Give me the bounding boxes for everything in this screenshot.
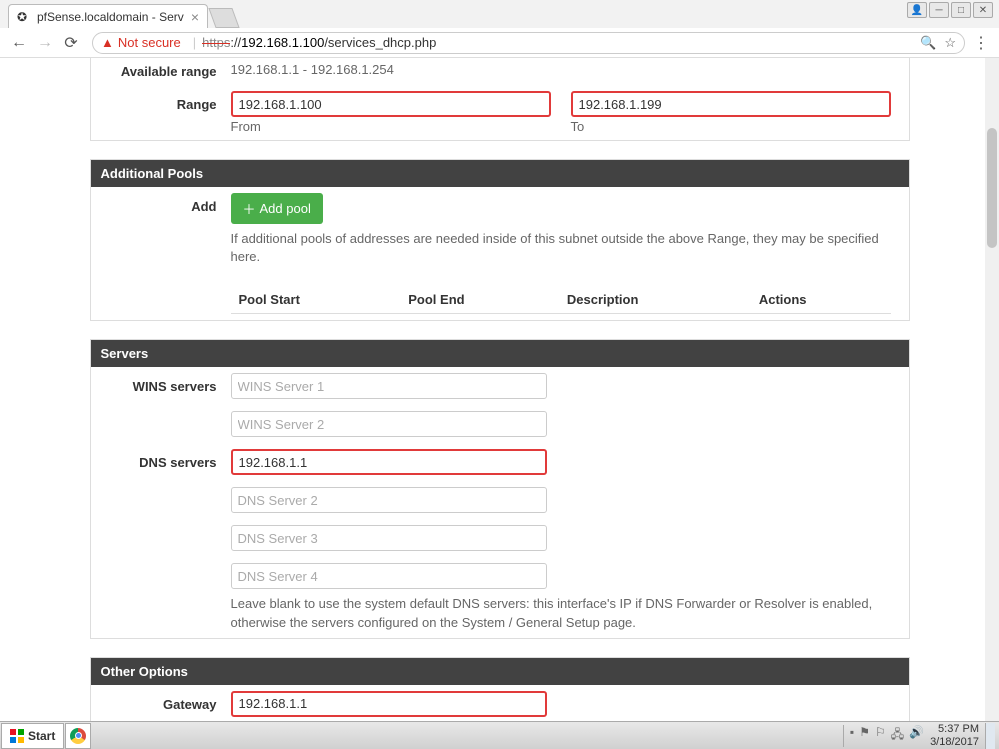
chrome-taskbar-icon[interactable] <box>65 723 91 749</box>
dns-servers-label: DNS servers <box>91 449 231 475</box>
range-from-input[interactable] <box>231 91 551 117</box>
add-pool-label: Add <box>91 193 231 314</box>
start-button[interactable]: Start <box>1 723 64 749</box>
system-clock[interactable]: 5:37 PM 3/18/2017 <box>930 723 979 747</box>
windows-logo-icon <box>10 729 24 743</box>
range-to-sublabel: To <box>571 119 891 134</box>
bookmark-star-icon[interactable]: ☆ <box>944 35 956 51</box>
security-label: Not secure <box>118 35 181 50</box>
dns-server-4-input[interactable] <box>231 563 548 589</box>
show-desktop-button[interactable] <box>985 723 995 749</box>
range-from-sublabel: From <box>231 119 551 134</box>
pool-table: Pool Start Pool End Description Actions <box>231 286 891 314</box>
user-switch-icon[interactable]: 👤 <box>907 2 927 18</box>
tray-network-icon[interactable]: 🖧 <box>891 725 904 746</box>
other-options-header: Other Options <box>91 658 909 685</box>
tab-close-icon[interactable]: × <box>191 9 199 25</box>
add-pool-button[interactable]: ＋ Add pool <box>231 193 323 224</box>
pool-start-header: Pool Start <box>231 286 401 314</box>
gateway-input[interactable] <box>231 691 548 717</box>
minimize-button[interactable]: ─ <box>929 2 949 18</box>
additional-pools-header: Additional Pools <box>91 160 909 187</box>
pool-description-header: Description <box>559 286 751 314</box>
address-bar[interactable]: ▲ Not secure | https://192.168.1.100/ser… <box>92 32 965 54</box>
vertical-scrollbar[interactable] <box>985 58 999 721</box>
close-window-button[interactable]: ✕ <box>973 2 993 18</box>
dns-server-2-input[interactable] <box>231 487 548 513</box>
reload-button[interactable]: ⟳ <box>60 32 82 54</box>
servers-header: Servers <box>91 340 909 367</box>
scroll-thumb[interactable] <box>987 128 997 248</box>
tray-flag-icon[interactable]: ⚐ <box>875 725 886 746</box>
range-to-input[interactable] <box>571 91 891 117</box>
gateway-label: Gateway <box>91 691 231 721</box>
wins-server-2-input[interactable] <box>231 411 548 437</box>
security-warning-icon: ▲ <box>101 35 114 50</box>
back-button[interactable]: ← <box>8 32 30 54</box>
tray-volume-icon[interactable]: 🔊 <box>909 725 924 746</box>
page-viewport: Available range 192.168.1.1 - 192.168.1.… <box>0 58 999 721</box>
maximize-button[interactable]: □ <box>951 2 971 18</box>
dns-server-1-input[interactable] <box>231 449 548 475</box>
pfsense-favicon: ✪ <box>17 10 31 24</box>
plus-icon: ＋ <box>243 199 256 218</box>
wins-server-1-input[interactable] <box>231 373 548 399</box>
available-range-label: Available range <box>91 58 231 79</box>
url-scheme: https <box>202 35 230 50</box>
browser-tab[interactable]: ✪ pfSense.localdomain - Serv × <box>8 4 208 28</box>
new-tab-button[interactable] <box>208 8 239 28</box>
pool-actions-header: Actions <box>751 286 891 314</box>
windows-taskbar: Start ▪ ⚑ ⚐ 🖧 🔊 5:37 PM 3/18/2017 <box>0 721 999 749</box>
dns-server-3-input[interactable] <box>231 525 548 551</box>
chrome-menu-button[interactable]: ⋮ <box>971 33 991 53</box>
dns-help-text: Leave blank to use the system default DN… <box>231 595 891 631</box>
tray-monitor-icon[interactable]: ▪ <box>850 725 854 746</box>
tab-title: pfSense.localdomain - Serv <box>37 10 187 24</box>
tray-security-icon[interactable]: ⚑ <box>859 725 870 746</box>
pool-end-header: Pool End <box>400 286 559 314</box>
add-pool-help: If additional pools of addresses are nee… <box>231 230 891 266</box>
zoom-icon[interactable]: 🔍 <box>920 35 936 51</box>
range-label: Range <box>91 91 231 134</box>
forward-button[interactable]: → <box>34 32 56 54</box>
wins-servers-label: WINS servers <box>91 373 231 399</box>
available-range-value: 192.168.1.1 - 192.168.1.254 <box>231 58 891 77</box>
